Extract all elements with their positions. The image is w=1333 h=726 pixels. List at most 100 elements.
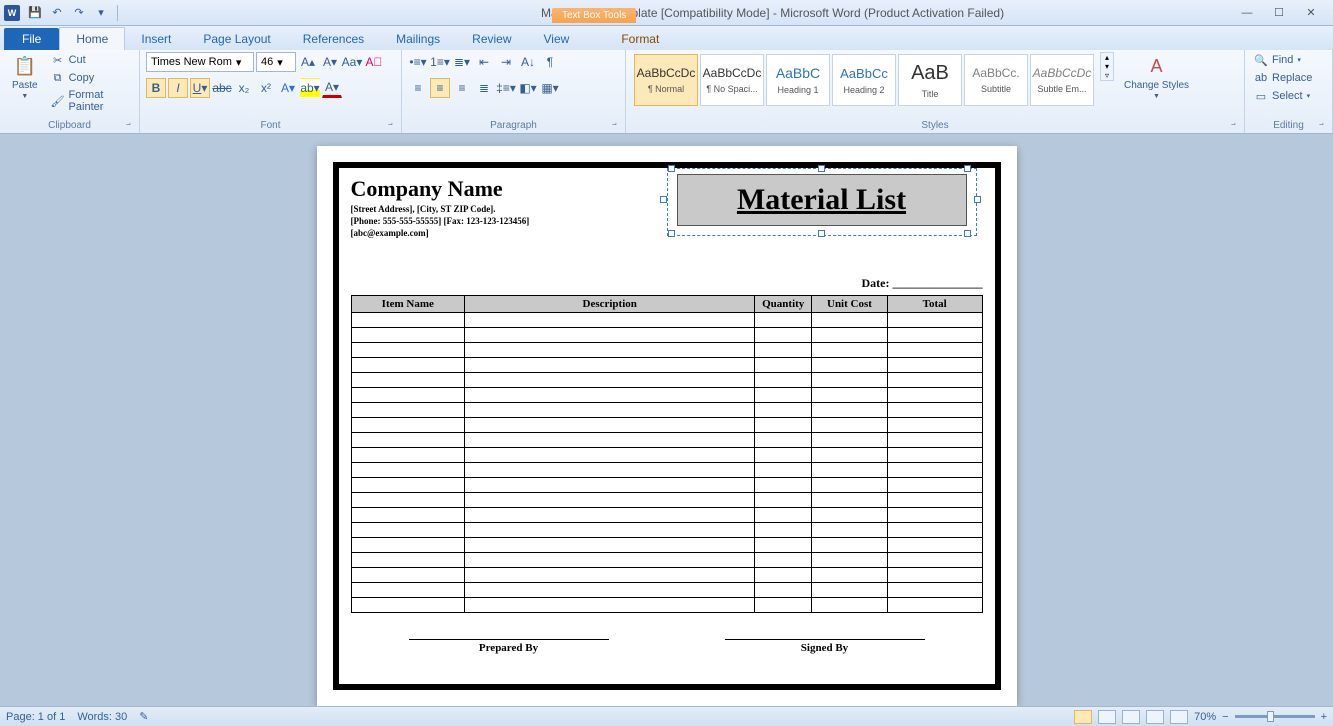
superscript-button[interactable]: x² — [256, 78, 276, 98]
paste-button[interactable]: 📋 Paste ▼ — [6, 52, 44, 102]
table-row[interactable] — [351, 448, 982, 463]
table-cell[interactable] — [351, 448, 465, 463]
align-left-icon[interactable]: ≡ — [408, 78, 428, 98]
decrease-indent-icon[interactable]: ⇤ — [474, 52, 494, 72]
status-words[interactable]: Words: 30 — [77, 711, 127, 723]
table-row[interactable] — [351, 358, 982, 373]
table-cell[interactable] — [812, 493, 888, 508]
style-heading-2[interactable]: AaBbCcHeading 2 — [832, 54, 896, 106]
table-cell[interactable] — [812, 523, 888, 538]
col-description[interactable]: Description — [465, 296, 755, 313]
bullets-icon[interactable]: •≡▾ — [408, 52, 428, 72]
table-cell[interactable] — [755, 388, 812, 403]
replace-button[interactable]: abReplace — [1251, 70, 1315, 86]
table-cell[interactable] — [351, 523, 465, 538]
table-cell[interactable] — [812, 403, 888, 418]
table-cell[interactable] — [812, 478, 888, 493]
table-cell[interactable] — [887, 433, 982, 448]
table-cell[interactable] — [465, 418, 755, 433]
table-row[interactable] — [351, 388, 982, 403]
table-cell[interactable] — [755, 508, 812, 523]
table-row[interactable] — [351, 598, 982, 613]
table-cell[interactable] — [351, 553, 465, 568]
line-spacing-icon[interactable]: ‡≡▾ — [496, 78, 516, 98]
table-cell[interactable] — [351, 358, 465, 373]
subscript-button[interactable]: x₂ — [234, 78, 254, 98]
table-cell[interactable] — [887, 553, 982, 568]
view-draft-icon[interactable] — [1170, 710, 1188, 724]
tab-page-layout[interactable]: Page Layout — [187, 28, 286, 50]
tab-view[interactable]: View — [528, 28, 586, 50]
zoom-slider-thumb[interactable] — [1267, 711, 1274, 722]
table-cell[interactable] — [351, 328, 465, 343]
table-cell[interactable] — [351, 568, 465, 583]
change-styles-button[interactable]: A Change Styles▼ — [1118, 52, 1195, 102]
table-cell[interactable] — [812, 538, 888, 553]
tab-file[interactable]: File — [4, 28, 59, 50]
selection-handle-sw[interactable] — [668, 230, 675, 237]
table-cell[interactable] — [351, 388, 465, 403]
text-effects-icon[interactable]: A▾ — [278, 78, 298, 98]
table-cell[interactable] — [755, 463, 812, 478]
table-cell[interactable] — [351, 373, 465, 388]
table-cell[interactable] — [465, 553, 755, 568]
selection-handle-w[interactable] — [660, 196, 667, 203]
table-cell[interactable] — [351, 598, 465, 613]
table-cell[interactable] — [465, 508, 755, 523]
table-cell[interactable] — [465, 403, 755, 418]
table-cell[interactable] — [755, 568, 812, 583]
table-cell[interactable] — [812, 583, 888, 598]
table-cell[interactable] — [812, 508, 888, 523]
table-row[interactable] — [351, 538, 982, 553]
table-cell[interactable] — [755, 343, 812, 358]
highlight-icon[interactable]: ab▾ — [300, 78, 320, 98]
table-cell[interactable] — [812, 328, 888, 343]
view-full-screen-icon[interactable] — [1098, 710, 1116, 724]
table-cell[interactable] — [887, 493, 982, 508]
selection-handle-n[interactable] — [818, 165, 825, 172]
table-cell[interactable] — [465, 343, 755, 358]
qat-customize-icon[interactable]: ▾ — [92, 4, 110, 22]
table-row[interactable] — [351, 568, 982, 583]
table-cell[interactable] — [351, 508, 465, 523]
table-cell[interactable] — [755, 328, 812, 343]
table-cell[interactable] — [351, 418, 465, 433]
selection-handle-se[interactable] — [964, 230, 971, 237]
table-cell[interactable] — [351, 463, 465, 478]
table-row[interactable] — [351, 403, 982, 418]
view-print-layout-icon[interactable] — [1074, 710, 1092, 724]
table-cell[interactable] — [887, 403, 982, 418]
table-cell[interactable] — [887, 598, 982, 613]
table-cell[interactable] — [465, 313, 755, 328]
table-row[interactable] — [351, 343, 982, 358]
table-cell[interactable] — [887, 448, 982, 463]
style-subtitle[interactable]: AaBbCc.Subtitle — [964, 54, 1028, 106]
align-center-icon[interactable]: ≡ — [430, 78, 450, 98]
font-color-icon[interactable]: A▾ — [322, 78, 342, 98]
table-cell[interactable] — [755, 448, 812, 463]
table-cell[interactable] — [755, 598, 812, 613]
selection-handle-e[interactable] — [974, 196, 981, 203]
table-cell[interactable] — [465, 478, 755, 493]
undo-icon[interactable]: ↶ — [48, 4, 66, 22]
table-cell[interactable] — [812, 448, 888, 463]
table-cell[interactable] — [351, 538, 465, 553]
close-icon[interactable]: ✕ — [1301, 5, 1321, 21]
table-cell[interactable] — [887, 508, 982, 523]
selection-handle-nw[interactable] — [668, 165, 675, 172]
redo-icon[interactable]: ↷ — [70, 4, 88, 22]
sort-icon[interactable]: A↓ — [518, 52, 538, 72]
table-cell[interactable] — [755, 403, 812, 418]
table-cell[interactable] — [465, 568, 755, 583]
align-right-icon[interactable]: ≡ — [452, 78, 472, 98]
style-subtle-em-[interactable]: AaBbCcDcSubtle Em... — [1030, 54, 1094, 106]
col-unit-cost[interactable]: Unit Cost — [812, 296, 888, 313]
zoom-out-icon[interactable]: − — [1222, 711, 1228, 723]
borders-icon[interactable]: ▦▾ — [540, 78, 560, 98]
grow-font-icon[interactable]: A▴ — [298, 52, 318, 72]
table-cell[interactable] — [812, 313, 888, 328]
table-row[interactable] — [351, 583, 982, 598]
table-cell[interactable] — [465, 463, 755, 478]
increase-indent-icon[interactable]: ⇥ — [496, 52, 516, 72]
table-row[interactable] — [351, 523, 982, 538]
